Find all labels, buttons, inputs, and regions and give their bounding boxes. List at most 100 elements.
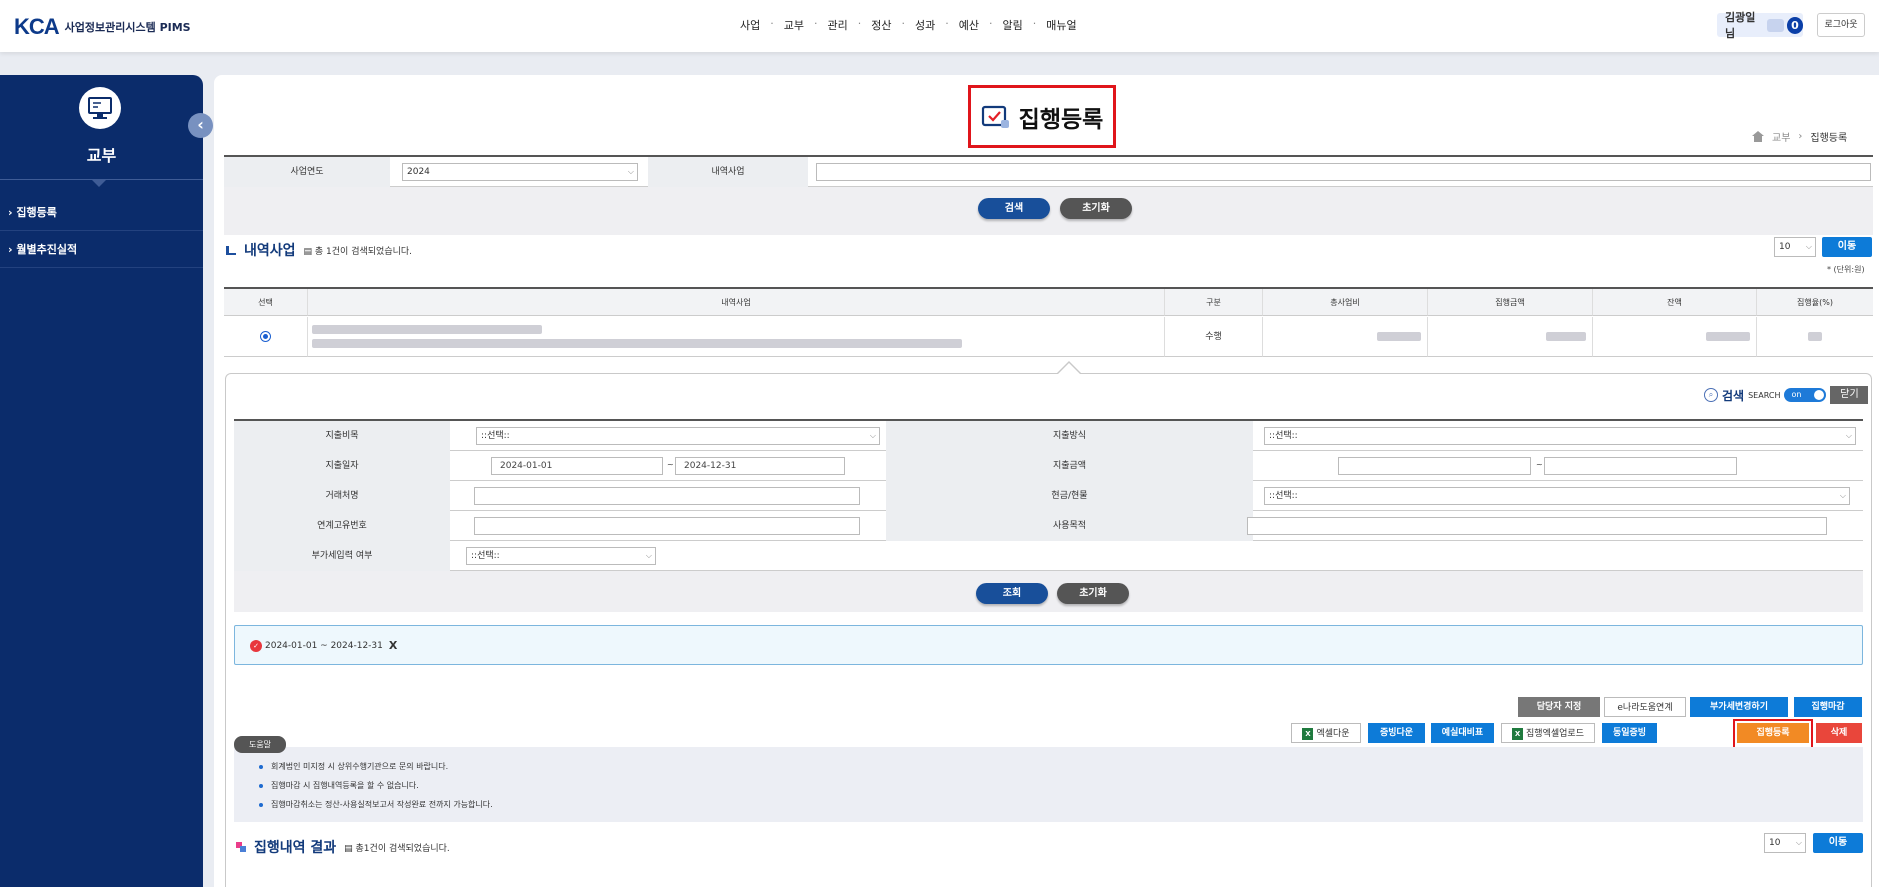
vat-label: 부가세입력 여부 [234, 541, 450, 571]
check-icon: ✓ [250, 639, 262, 652]
reset-button[interactable]: 초기화 [1060, 198, 1132, 219]
select-value: ::선택:: [1269, 491, 1298, 501]
expense-item-label: 지출비목 [234, 421, 450, 451]
vat-select[interactable]: ::선택:: ⌵ [466, 547, 656, 565]
breadcrumb-item[interactable]: 교부 [1772, 129, 1790, 144]
menu-item[interactable]: 성과 [908, 17, 942, 33]
sidebar-item-label: 월별추진실적 [16, 243, 78, 256]
menu-item[interactable]: 매뉴얼 [1039, 17, 1083, 33]
range-separator: ~ [1536, 460, 1543, 469]
link-no-input[interactable] [474, 517, 860, 535]
unit-note: * (단위:원) [1827, 265, 1865, 274]
evidence-download-button[interactable]: 증빙다운 [1368, 723, 1425, 743]
vendor-input[interactable] [474, 487, 860, 505]
close-exec-button[interactable]: 집행마감 [1794, 697, 1862, 717]
monitor-icon [79, 87, 121, 129]
vat-change-button[interactable]: 부가세변경하기 [1690, 697, 1788, 717]
sidebar-item-exec-register[interactable]: › 집행등록 [0, 194, 203, 231]
user-box[interactable]: 김광일님 0 [1717, 11, 1803, 40]
query-button[interactable]: 조회 [976, 583, 1048, 604]
active-filter-box: ✓ 2024-01-01 ~ 2024-12-31 X [234, 625, 1863, 665]
balance-cell [1593, 317, 1757, 357]
row-select-cell [224, 317, 308, 357]
filter-toggle[interactable]: on [1784, 388, 1827, 402]
menu-item[interactable]: 알림 [996, 17, 1030, 33]
expense-method-label: 지출방식 [886, 421, 1253, 451]
result-move-button[interactable]: 이동 [1813, 833, 1863, 853]
expense-filter-form: 지출비목 ::선택:: ⌵ 지출방식 ::선택:: ⌵ 지출일자 2024-01-0… [234, 419, 1863, 612]
budget-compare-button[interactable]: 예실대비표 [1431, 723, 1494, 743]
panel-pointer-inner [1058, 363, 1080, 374]
alert-count-badge: 0 [1786, 16, 1803, 34]
form-row: 사업연도 2024 ⌵ 내역사업 [224, 157, 1873, 187]
date-from-input[interactable]: 2024-01-01 [491, 457, 663, 475]
form-row: 거래처명 현금/현물 ::선택:: ⌵ [234, 481, 1863, 511]
column-header: 잔액 [1593, 289, 1757, 316]
sidebar-item-monthly-performance[interactable]: › 월별추진실적 [0, 231, 203, 268]
filter-reset-button[interactable]: 초기화 [1057, 583, 1129, 604]
assign-manager-button[interactable]: 담당자 지정 [1518, 697, 1600, 717]
date-to-input[interactable]: 2024-12-31 [675, 457, 845, 475]
form-row: 지출일자 2024-01-01 ~ 2024-12-31 지출금액 ~ [234, 451, 1863, 481]
row-radio[interactable] [260, 331, 271, 342]
year-label: 사업연도 [224, 157, 390, 187]
menu-item[interactable]: 예산 [952, 17, 986, 33]
help-box: 회계법인 미지정 시 상위수행기관으로 문의 바랍니다. 집행마감 시 집행내역… [234, 747, 1863, 822]
expense-date-label: 지출일자 [234, 451, 450, 481]
exec-rate-cell [1757, 317, 1873, 357]
filter-chip[interactable]: ✓ 2024-01-01 ~ 2024-12-31 X [250, 639, 397, 652]
result-icon [236, 842, 246, 852]
page-size-value: 10 [1769, 838, 1781, 848]
purpose-label: 사용목적 [886, 511, 1253, 541]
logo[interactable]: KCA 사업정보관리시스템 PIMS [14, 14, 191, 40]
search-button[interactable]: 검색 [978, 198, 1050, 219]
help-item: 회계법인 미지정 시 상위수행기관으로 문의 바랍니다. [259, 761, 448, 772]
home-icon[interactable] [1752, 131, 1764, 142]
chip-close-icon[interactable]: X [389, 639, 397, 652]
breadcrumb: 교부 › 집행등록 [1752, 129, 1847, 144]
filter-toolbar: ⌕ 검색 SEARCH on 닫기 [1704, 386, 1869, 404]
list-icon [226, 245, 236, 255]
help-item: 집행마감취소는 정산-사용실적보고서 작성완료 전까지 가능합니다. [259, 799, 493, 810]
project-input[interactable] [816, 163, 1871, 181]
filter-chip-text: 2024-01-01 ~ 2024-12-31 [265, 640, 383, 651]
highlight-box [1733, 719, 1813, 749]
expense-item-select[interactable]: ::선택:: ⌵ [476, 427, 880, 445]
amount-to-input[interactable] [1544, 457, 1737, 475]
sidebar-collapse-button[interactable]: ‹ [188, 113, 213, 138]
page-title-box: 집행등록 [968, 85, 1116, 148]
expense-amount-label: 지출금액 [886, 451, 1253, 481]
expense-method-select[interactable]: ::선택:: ⌵ [1264, 427, 1856, 445]
column-header: 총사업비 [1263, 289, 1428, 316]
logout-button[interactable]: 로그아웃 [1817, 13, 1865, 37]
page-size-select[interactable]: 10 ⌵ [1774, 237, 1816, 257]
filter-close-button[interactable]: 닫기 [1830, 386, 1869, 404]
menu-item[interactable]: 관리 [821, 17, 855, 33]
delete-button[interactable]: 삭제 [1816, 723, 1862, 743]
redacted-text [1808, 332, 1822, 341]
same-evidence-button[interactable]: 동일증빙 [1602, 723, 1657, 743]
excel-download-button[interactable]: X 엑셀다운 [1291, 723, 1361, 743]
checklist-icon [981, 105, 1009, 128]
chevron-down-icon: ⌵ [1795, 838, 1802, 847]
select-value: ::선택:: [481, 431, 510, 441]
sidebar: 교부 › 집행등록 › 월별추진실적 [0, 75, 203, 887]
enara-link-button[interactable]: e나라도움연계 [1604, 697, 1686, 717]
project-list-header: 내역사업 ▤ 총 1건이 검색되었습니다. [226, 240, 412, 260]
excel-upload-button[interactable]: X 집행엑셀업로드 [1501, 723, 1595, 743]
year-select[interactable]: 2024 ⌵ [402, 163, 638, 181]
menu-item[interactable]: 사업 [733, 17, 767, 33]
column-header: 선택 [224, 289, 308, 316]
cash-goods-select[interactable]: ::선택:: ⌵ [1264, 487, 1850, 505]
chevron-down-icon: ⌵ [627, 167, 634, 176]
chevron-right-icon: › [1798, 131, 1803, 142]
menu-item[interactable]: 교부 [777, 17, 811, 33]
menu-item[interactable]: 정산 [864, 17, 898, 33]
amount-from-input[interactable] [1338, 457, 1531, 475]
result-page-size-select[interactable]: 10 ⌵ [1764, 833, 1806, 853]
breadcrumb-current: 집행등록 [1810, 133, 1848, 144]
move-button[interactable]: 이동 [1822, 237, 1872, 257]
purpose-input[interactable] [1247, 517, 1827, 535]
total-cost-cell [1263, 317, 1428, 357]
result-count-text: 총1건이 검색되었습니다. [355, 843, 450, 854]
